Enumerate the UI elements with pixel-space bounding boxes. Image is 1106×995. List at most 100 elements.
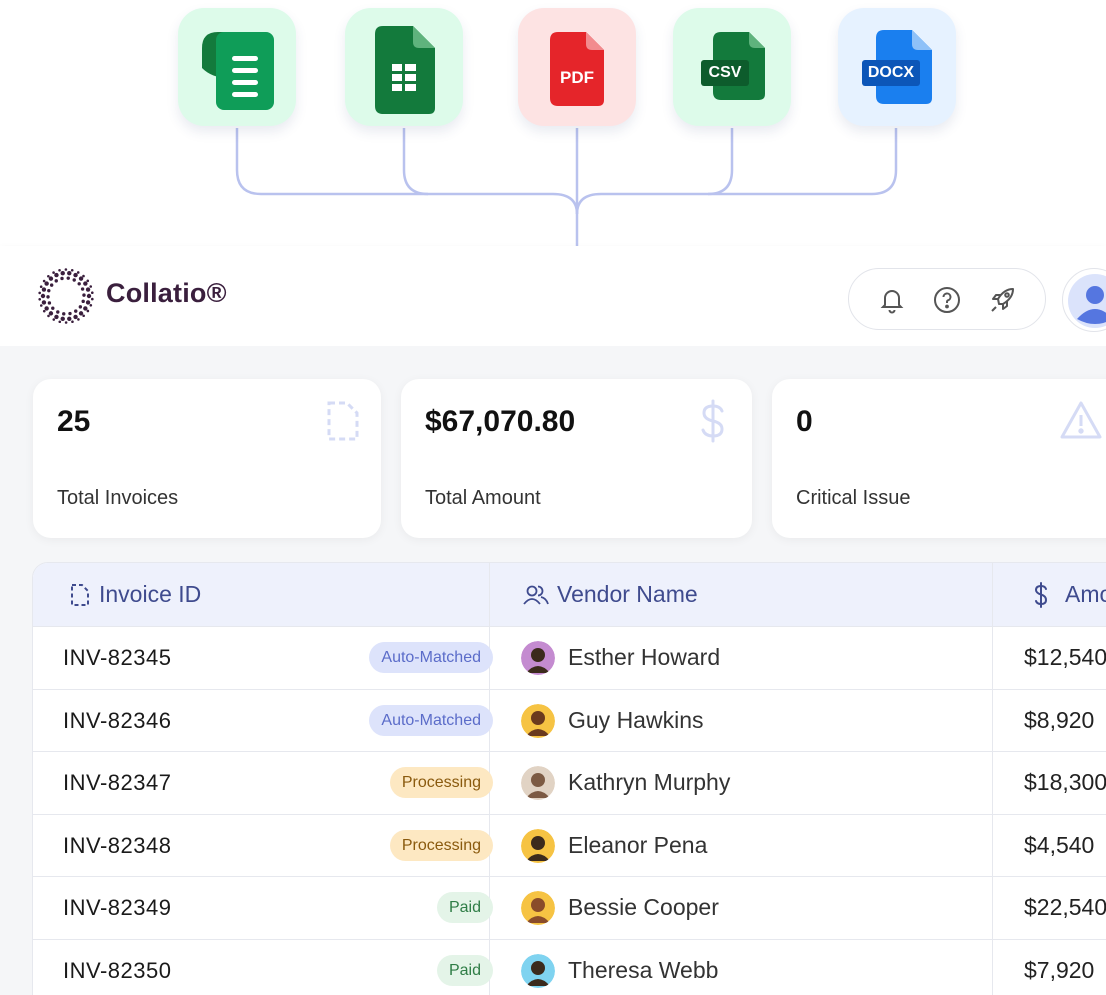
logo-dot bbox=[64, 321, 68, 324]
docx-tile: DOCX bbox=[838, 8, 956, 126]
logo-dot bbox=[58, 320, 62, 324]
logo-dot bbox=[62, 312, 66, 316]
logo-dot bbox=[89, 303, 93, 307]
column-header-amount[interactable]: Amo bbox=[1031, 563, 1106, 626]
stat-label: Critical Issue bbox=[796, 487, 911, 509]
logo-dot bbox=[64, 268, 68, 271]
vendor-name: Bessie Cooper bbox=[568, 894, 719, 920]
logo-dot bbox=[60, 276, 64, 281]
user-avatar[interactable] bbox=[1062, 268, 1106, 332]
logo-dot bbox=[38, 298, 42, 301]
google-forms-tile bbox=[178, 8, 296, 126]
logo-dot bbox=[71, 320, 74, 323]
logo-dot bbox=[90, 291, 94, 294]
stat-value: 25 bbox=[57, 405, 91, 438]
table-row[interactable]: INV-82346 Auto-Matched Guy Hawkins $8,920 bbox=[33, 688, 1106, 752]
stat-label: Total Amount bbox=[425, 487, 541, 509]
person-avatar-icon bbox=[521, 641, 555, 675]
logo-dot bbox=[48, 276, 54, 281]
person-avatar-icon bbox=[521, 703, 555, 738]
invoice-table: Invoice ID Vendor Name Amo INV-82345 Auto… bbox=[32, 562, 1106, 995]
logo-dot bbox=[86, 309, 90, 313]
logo-dot bbox=[91, 297, 94, 301]
invoice-id: INV-82350 bbox=[63, 957, 172, 983]
dollar-icon bbox=[1034, 581, 1048, 608]
person-avatar-icon bbox=[521, 953, 555, 988]
header-actions bbox=[848, 268, 1046, 330]
pdf-tile: PDF bbox=[518, 8, 636, 126]
vendor-avatar bbox=[521, 891, 555, 925]
logo-dot bbox=[68, 311, 72, 316]
brand-name[interactable]: Collatio® bbox=[106, 278, 227, 309]
status-badge: Auto-Matched bbox=[369, 642, 493, 673]
status-badge: Auto-Matched bbox=[369, 704, 493, 736]
logo-dot bbox=[60, 271, 65, 276]
logo-dot bbox=[78, 305, 83, 309]
logo-dot bbox=[54, 279, 58, 283]
docx-label: DOCX bbox=[867, 64, 915, 81]
vendor-avatar bbox=[521, 953, 555, 988]
logo-dot bbox=[40, 293, 46, 299]
logo-dot bbox=[52, 318, 56, 321]
logo-dot bbox=[58, 269, 61, 272]
logo-dot bbox=[49, 283, 54, 287]
help-icon[interactable] bbox=[932, 285, 962, 315]
column-header-label: Amo bbox=[1065, 581, 1106, 607]
rocket-icon[interactable] bbox=[987, 285, 1017, 315]
table-header: Invoice ID Vendor Name Amo bbox=[33, 563, 1106, 626]
logo-dot bbox=[82, 314, 85, 318]
logo-dot bbox=[41, 287, 47, 292]
stat-label: Total Invoices bbox=[57, 487, 179, 509]
logo-dot bbox=[47, 288, 51, 293]
logo-dot bbox=[52, 271, 55, 274]
table-row[interactable]: INV-82348 Processing Eleanor Pena $4,540 bbox=[33, 813, 1106, 877]
vendor-avatar bbox=[521, 703, 555, 738]
collatio-logo-icon[interactable] bbox=[38, 268, 94, 324]
table-row[interactable]: INV-82345 Auto-Matched Esther Howard $12,54… bbox=[33, 626, 1106, 689]
warning-icon bbox=[1060, 401, 1102, 439]
logo-dot bbox=[42, 279, 46, 283]
logo-dot bbox=[60, 316, 65, 321]
csv-tile: CSV bbox=[673, 8, 791, 126]
status-badge: Paid bbox=[436, 892, 493, 923]
users-icon bbox=[523, 585, 549, 605]
logo-dot bbox=[77, 318, 80, 321]
logo-dot bbox=[46, 295, 50, 299]
column-header-label: Vendor Name bbox=[557, 581, 698, 607]
logo-dot bbox=[78, 311, 84, 316]
column-header-invoice-id[interactable]: Invoice ID bbox=[69, 563, 201, 626]
invoice-id: INV-82347 bbox=[63, 770, 172, 795]
logo-dot bbox=[66, 276, 70, 280]
invoice-icon bbox=[327, 401, 359, 441]
invoice-amount: $7,920 bbox=[1024, 956, 1095, 983]
logo-dot bbox=[72, 278, 76, 282]
person-avatar-icon bbox=[521, 891, 555, 925]
bell-icon[interactable] bbox=[877, 285, 907, 315]
logo-dot bbox=[67, 316, 72, 321]
invoice-id: INV-82349 bbox=[63, 895, 172, 920]
stat-card-critical-issue: 0 Critical Issue bbox=[772, 379, 1106, 538]
logo-dot bbox=[56, 310, 60, 314]
vendor-avatar bbox=[521, 828, 555, 863]
vendor-avatar bbox=[521, 641, 555, 675]
person-avatar-icon bbox=[521, 766, 555, 800]
table-row[interactable]: INV-82349 Paid Bessie Cooper $22,540 bbox=[33, 876, 1106, 939]
google-sheets-tile bbox=[345, 8, 463, 126]
column-header-vendor-name[interactable]: Vendor Name bbox=[523, 563, 698, 626]
table-row[interactable]: INV-82347 Processing Kathryn Murphy $18,300 bbox=[33, 751, 1106, 814]
table-row[interactable]: INV-82350 Paid Theresa Webb $7,920 bbox=[33, 938, 1106, 995]
logo-dot bbox=[67, 271, 72, 276]
csv-label: CSV bbox=[708, 64, 742, 81]
logo-dot bbox=[54, 314, 59, 320]
invoice-amount: $18,300 bbox=[1024, 769, 1106, 795]
logo-dot bbox=[39, 304, 43, 307]
vendor-name: Eleanor Pena bbox=[568, 831, 708, 858]
pdf-label: PDF bbox=[560, 68, 594, 87]
logo-dot bbox=[77, 282, 81, 286]
main-content: 25 Total Invoices $67,070.80 Total Amoun… bbox=[0, 346, 1106, 995]
invoice-amount: $4,540 bbox=[1024, 831, 1095, 858]
person-avatar-icon bbox=[521, 828, 555, 863]
logo-dot bbox=[81, 299, 85, 304]
invoice-amount: $8,920 bbox=[1024, 706, 1095, 733]
app-header: Collatio® bbox=[0, 246, 1106, 346]
